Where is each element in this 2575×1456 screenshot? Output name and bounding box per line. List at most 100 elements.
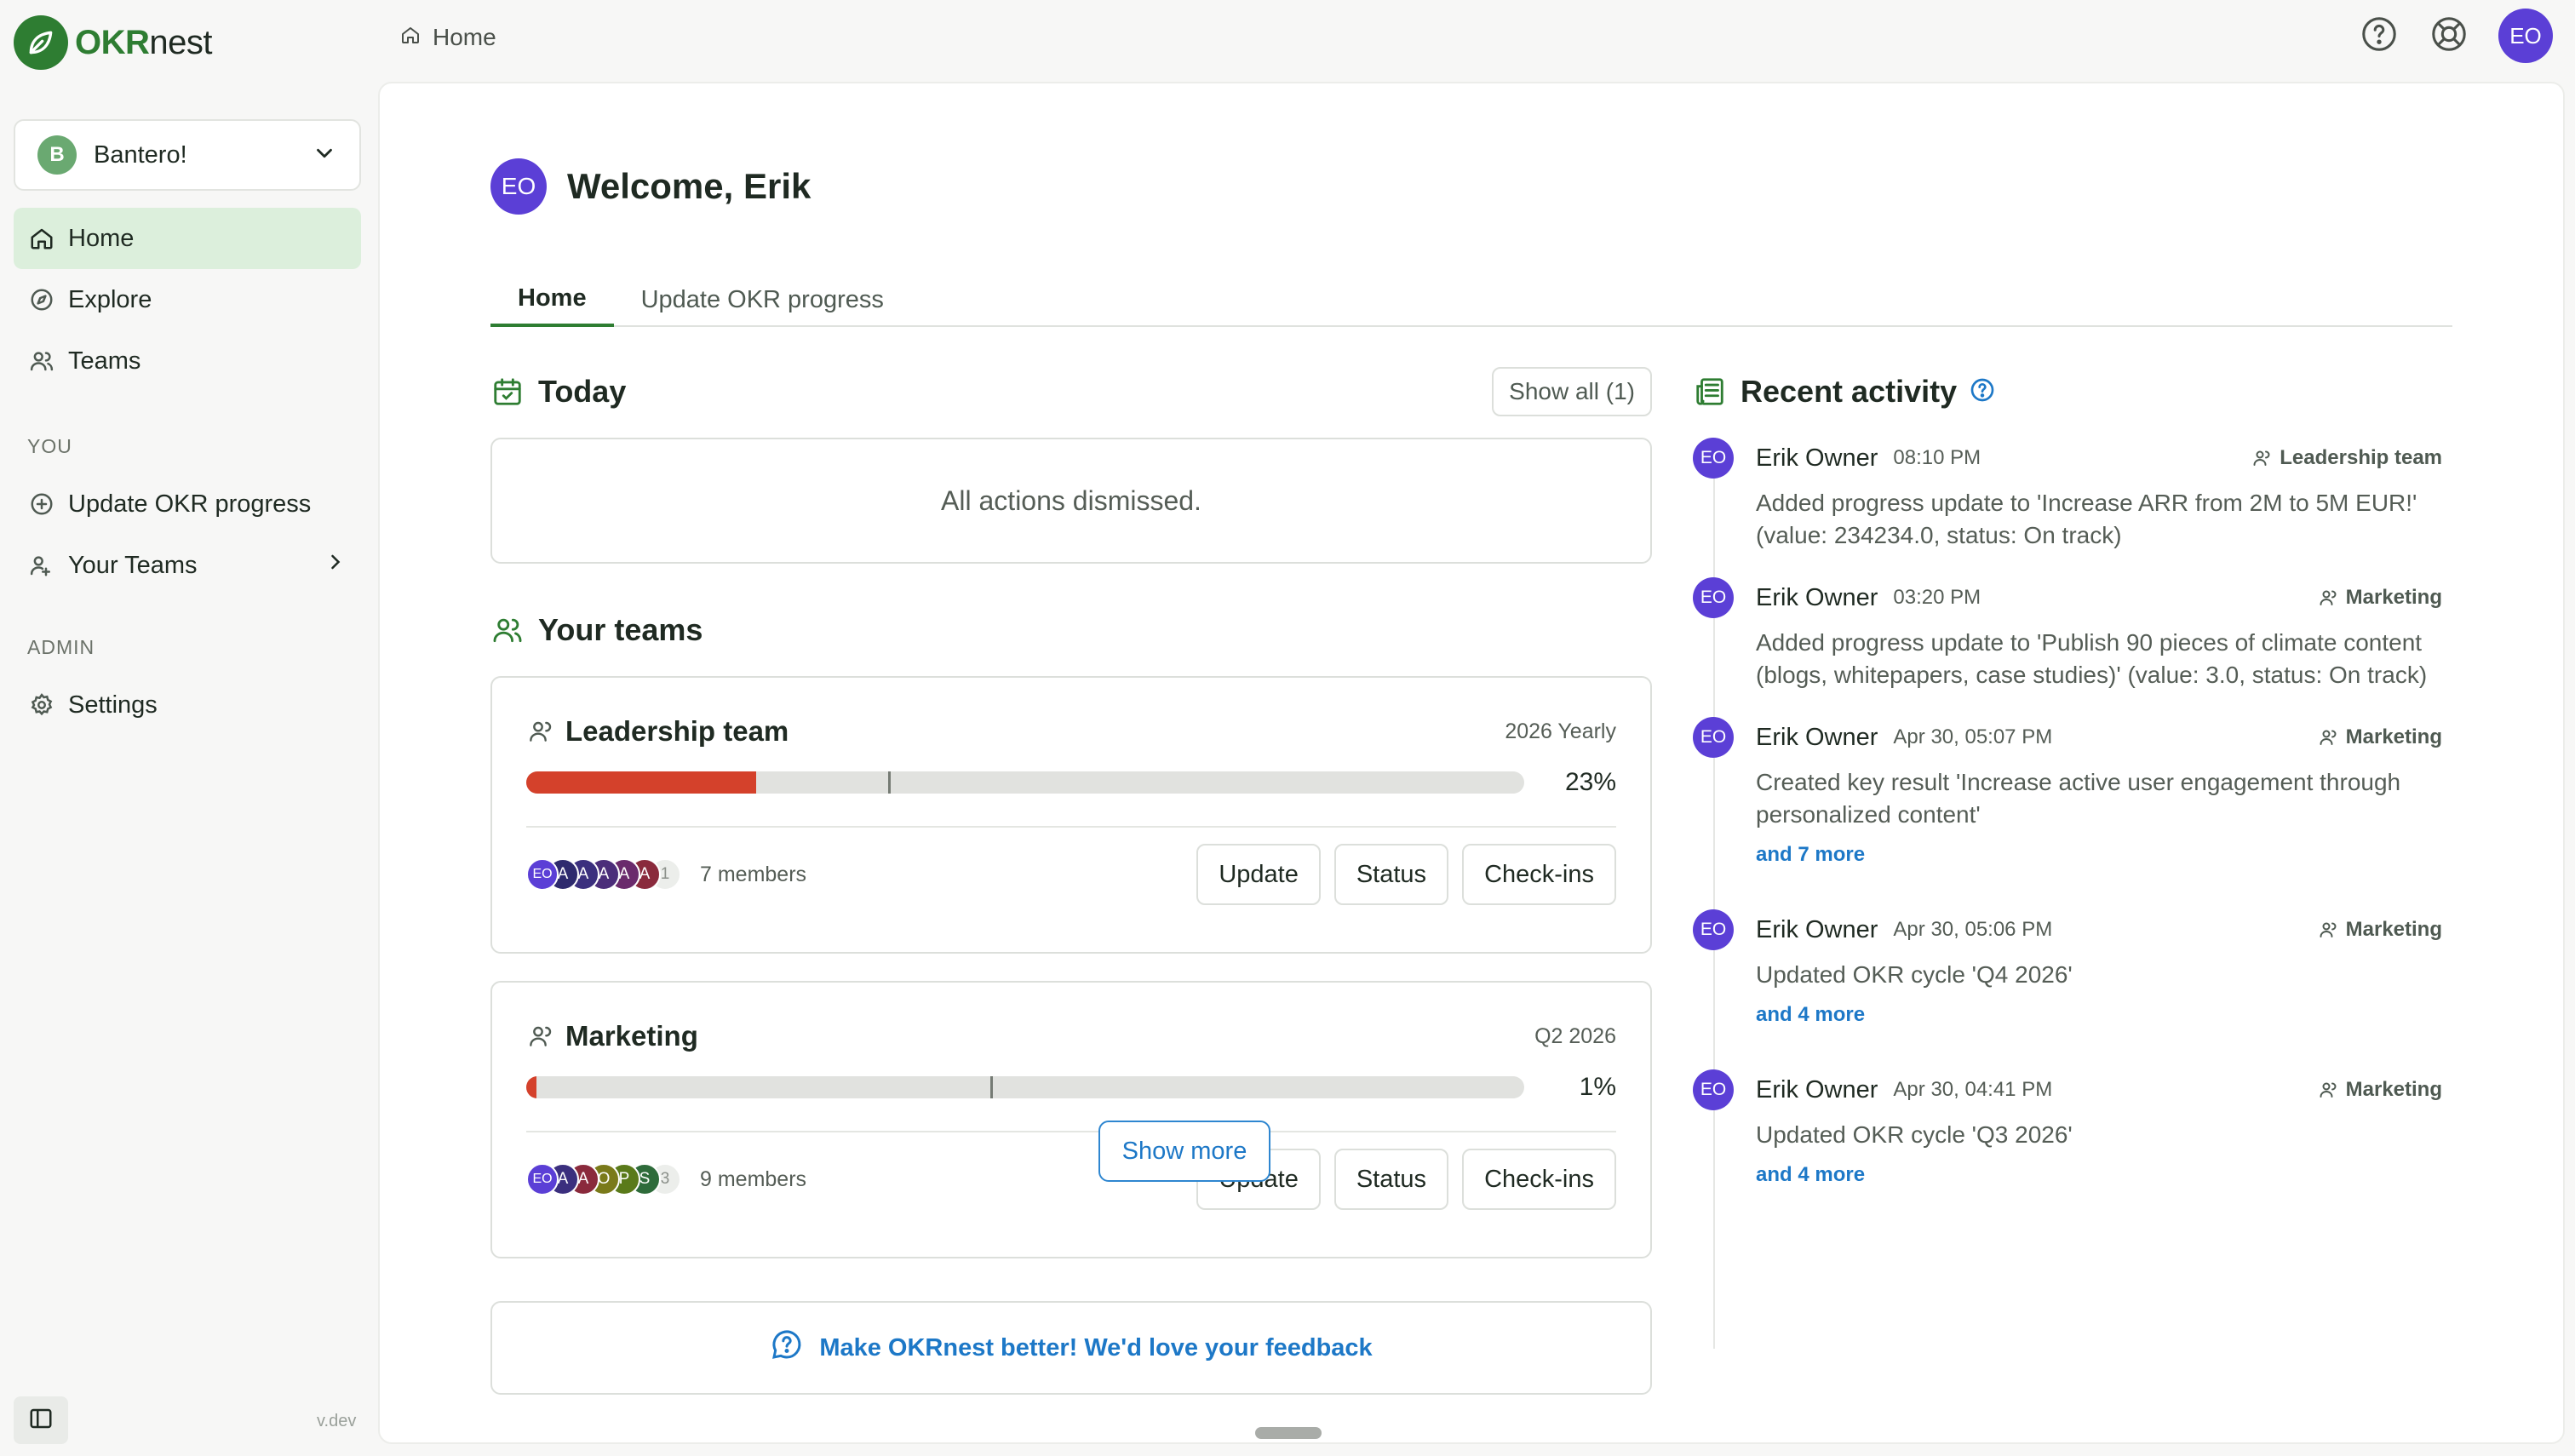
status-button[interactable]: Status (1333, 844, 1449, 905)
and-more-link[interactable]: and 4 more (1756, 1003, 2459, 1027)
member-avatars[interactable]: EO A A O P S 3 (526, 1163, 681, 1195)
feedback-link[interactable]: Make OKRnest better! We'd love your feed… (490, 1301, 1652, 1395)
tab-home[interactable]: Home (490, 272, 614, 327)
chevron-right-icon (324, 550, 347, 581)
home-icon (27, 224, 56, 253)
activity-author: Erik Owner (1756, 444, 1878, 472)
activity-team[interactable]: Leadership team (2252, 446, 2442, 470)
compass-icon (27, 285, 56, 314)
user-avatar-button[interactable]: EO (2498, 9, 2553, 63)
admin-nav: Settings (14, 674, 361, 736)
progress-expected-marker (989, 1076, 993, 1098)
main-panel: EO Welcome, Erik Home Update OKR progres… (378, 82, 2565, 1444)
users-icon (27, 347, 56, 375)
activity-team[interactable]: Marketing (2319, 1078, 2442, 1102)
team-card-leadership: Leadership team 2026 Yearly 23% EO A A A A A 1… (490, 676, 1652, 954)
activity-text: Added progress update to 'Increase ARR f… (1756, 490, 2417, 548)
progress-expected-marker (888, 771, 892, 794)
sidebar-item-teams[interactable]: Teams (14, 330, 361, 392)
activity-text: Updated OKR cycle 'Q3 2026' (1756, 1121, 2073, 1148)
activity-team[interactable]: Marketing (2319, 918, 2442, 942)
question-circle-icon (2360, 14, 2399, 58)
sidebar-item-explore[interactable]: Explore (14, 269, 361, 330)
activity-item: EO Erik Owner 08:10 PM Leadership team A… (1693, 438, 2459, 552)
leaf-logo-icon (14, 15, 68, 70)
progress-percent: 23% (1564, 768, 1616, 796)
avatar: EO (1693, 1069, 1734, 1110)
progress-bar (526, 771, 1524, 794)
sidebar-item-home[interactable]: Home (14, 208, 361, 269)
calendar-check-icon (490, 375, 525, 409)
avatar: EO (1693, 438, 1734, 479)
help-circle-icon[interactable] (1969, 376, 1996, 408)
users-icon (490, 613, 525, 647)
org-switcher[interactable]: B Bantero! (14, 119, 361, 191)
sidebar-item-update-okr[interactable]: Update OKR progress (14, 473, 361, 535)
activity-time: Apr 30, 05:07 PM (1893, 725, 2053, 748)
main-nav: Home Explore Teams (14, 208, 361, 392)
help-button[interactable] (2359, 15, 2400, 56)
status-button[interactable]: Status (1333, 1149, 1449, 1210)
top-actions: EO (2359, 9, 2553, 63)
scroll-handle[interactable] (1255, 1427, 1322, 1439)
app-root: OKRnest B Bantero! Home Explore Teams YO (0, 0, 2575, 1456)
plus-circle-icon (27, 490, 56, 519)
sidebar-item-your-teams[interactable]: Your Teams (14, 535, 361, 596)
sidebar-item-label: Settings (68, 691, 158, 719)
right-column: Recent activity EO Erik Owner 08:10 PM L… (1693, 364, 2459, 1349)
and-more-link[interactable]: and 7 more (1756, 843, 2459, 867)
recent-activity-title: Recent activity (1741, 374, 1958, 409)
org-badge: B (37, 135, 77, 175)
breadcrumb: Home (400, 24, 496, 51)
member-avatars[interactable]: EO A A A A A 1 (526, 858, 681, 891)
tab-update-okr-progress[interactable]: Update OKR progress (614, 272, 911, 327)
team-card-marketing: Marketing Q2 2026 1% EO A A O P S 3 9 members … (490, 981, 1652, 1258)
team-name[interactable]: Marketing (565, 1020, 1534, 1052)
activity-item: EO Erik Owner Apr 30, 05:06 PM Marketing… (1693, 909, 2459, 1027)
activity-team[interactable]: Marketing (2319, 725, 2442, 749)
sidebar-toggle-button[interactable] (14, 1396, 68, 1444)
team-period: Q2 2026 (1534, 1023, 1616, 1048)
your-teams-title: Your teams (538, 612, 703, 647)
check-ins-button[interactable]: Check-ins (1462, 844, 1616, 905)
member-avatar: EO (526, 1163, 559, 1195)
avatar: EO (1693, 717, 1734, 758)
update-button[interactable]: Update (1196, 844, 1321, 905)
user-icon (2320, 590, 2337, 605)
section-label-you: YOU (27, 434, 72, 457)
newspaper-icon (1693, 375, 1727, 409)
activity-time: 08:10 PM (1893, 446, 1981, 469)
logo[interactable]: OKRnest (14, 15, 212, 70)
activity-text: Added progress update to 'Publish 90 pie… (1756, 629, 2428, 688)
team-progress: 23% (526, 760, 1616, 805)
show-all-button[interactable]: Show all (1) (1492, 367, 1652, 416)
show-more-button[interactable]: Show more (1098, 1121, 1270, 1182)
your-teams-header: Your teams (490, 603, 1652, 657)
activity-item: EO Erik Owner Apr 30, 04:41 PM Marketing… (1693, 1069, 2459, 1187)
activity-text: Created key result 'Increase active user… (1756, 769, 2401, 828)
team-name[interactable]: Leadership team (565, 715, 1505, 748)
empty-state-text: All actions dismissed. (941, 484, 1201, 516)
avatar: EO (1693, 909, 1734, 950)
team-progress: 1% (526, 1064, 1616, 1110)
activity-team[interactable]: Marketing (2319, 586, 2442, 610)
sidebar-item-label: Home (68, 224, 135, 252)
chevron-down-icon (312, 140, 337, 170)
question-circle-icon (770, 1327, 804, 1368)
progress-bar-fill (526, 771, 756, 794)
user-icon (2320, 922, 2337, 937)
sidebar-item-label: Explore (68, 285, 152, 313)
and-more-link[interactable]: and 4 more (1756, 1163, 2459, 1187)
sidebar-item-label: Update OKR progress (68, 490, 312, 518)
progress-percent: 1% (1579, 1073, 1616, 1101)
activity-time: Apr 30, 04:41 PM (1893, 1078, 2053, 1101)
user-icon (526, 716, 557, 747)
activity-author: Erik Owner (1756, 915, 1878, 943)
feedback-text: Make OKRnest better! We'd love your feed… (819, 1333, 1373, 1361)
sidebar-item-settings[interactable]: Settings (14, 674, 361, 736)
activity-time: 03:20 PM (1893, 586, 1981, 609)
check-ins-button[interactable]: Check-ins (1462, 1149, 1616, 1210)
user-icon (2253, 450, 2270, 466)
breadcrumb-home-link[interactable]: Home (433, 24, 496, 51)
support-button[interactable] (2429, 15, 2469, 56)
